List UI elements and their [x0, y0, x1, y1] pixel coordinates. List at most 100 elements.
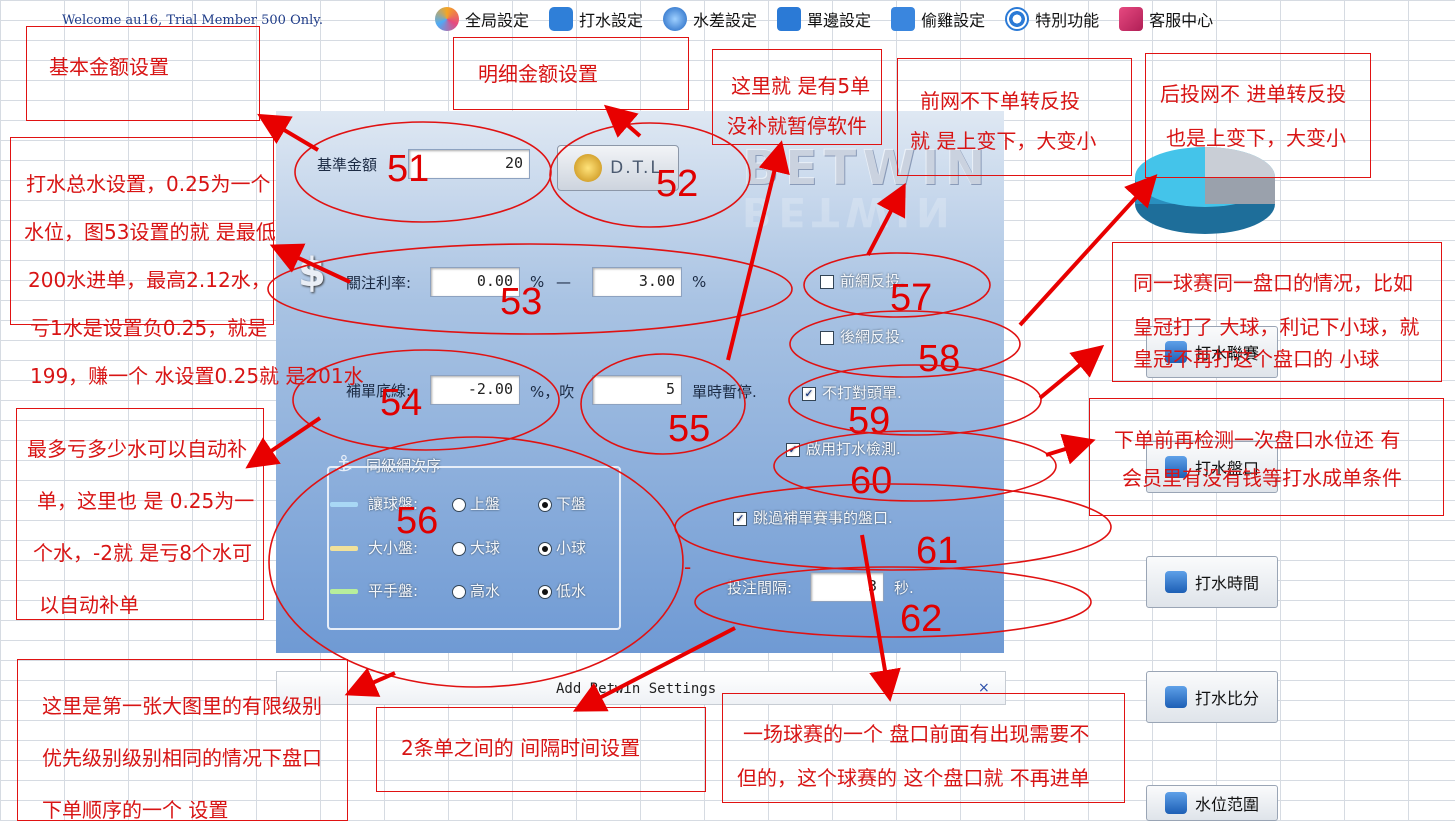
annotation-text: 199，赚一个 水设置0.25就 是201水: [30, 364, 364, 388]
annotation-max-loss: 最多亏多少水可以自动补 单，这里也 是 0.25为一 个水，-2就 是亏8个水可 以自…: [16, 408, 264, 620]
menu-label: 單邊設定: [807, 11, 872, 30]
menu-label: 全局設定: [465, 11, 530, 30]
annotation-text: 也是上变下，大变小: [1166, 126, 1346, 150]
radio-label: 小球: [556, 539, 587, 557]
annotation-text: 2条单之间的 间隔时间设置: [401, 736, 641, 760]
swatch: [330, 589, 358, 594]
annotation-text: 同一球赛同一盘口的情况，比如: [1133, 271, 1413, 295]
radio-label: 上盤: [470, 495, 501, 513]
checkbox-box: [820, 330, 834, 345]
radio-upper[interactable]: 上盤: [452, 493, 500, 514]
annotation-text: 一场球赛的一个 盘口前面有出现需要不: [743, 722, 1090, 746]
callout-number: 53: [500, 281, 543, 323]
radio-dot: [538, 584, 552, 599]
annotation-text: 200水进单，最高2.12水，: [28, 268, 271, 292]
menu-label: 偷雞設定: [921, 11, 986, 30]
paperclip-icon: [1164, 686, 1187, 708]
coins-icon: [574, 154, 603, 182]
annotation-dash: -: [684, 555, 692, 579]
radio-label: 大球: [470, 539, 501, 557]
row-level: 平手盤:: [330, 580, 418, 601]
checkmark-icon: ✓: [733, 511, 747, 526]
interval-input[interactable]: 3: [810, 572, 884, 602]
radio-dot: [452, 584, 466, 599]
menu-support[interactable]: 客服中心: [1109, 4, 1223, 34]
annotation-detail-amount: 明细金额设置: [453, 37, 689, 110]
globe-icon: [663, 7, 688, 31]
annotation-text: 明细金额设置: [478, 62, 598, 86]
callout-number: 57: [890, 277, 933, 319]
menu-label: 水差設定: [693, 11, 758, 30]
annotation-text: 下单顺序的一个 设置: [42, 798, 229, 822]
annotation-text: 基本金额设置: [49, 55, 169, 79]
annotation-text: 以自动补单: [39, 593, 139, 617]
radio-label: 高水: [470, 582, 501, 600]
rate-pct-max: %: [692, 273, 707, 291]
radio-big[interactable]: 大球: [452, 537, 500, 558]
menu-water-settings[interactable]: 打水設定: [539, 4, 653, 34]
download-icon: [777, 7, 802, 31]
radio-high-water[interactable]: 高水: [452, 580, 500, 601]
menu-diff-settings[interactable]: 水差設定: [653, 4, 767, 34]
annotation-text: 单，这里也 是 0.25为一: [37, 489, 255, 513]
menu-steal-settings[interactable]: 偷雞設定: [881, 4, 995, 34]
checkbox-box: [820, 274, 834, 289]
menu-global-settings[interactable]: 全局設定: [425, 4, 539, 34]
magnifier-icon: [1164, 571, 1187, 593]
stop-count-input[interactable]: 5: [592, 375, 682, 405]
callout-number: 58: [918, 338, 961, 380]
checkbox-skip-events[interactable]: ✓ 跳過補單賽事的盤口.: [733, 507, 893, 528]
dtl-label: D.T.L: [610, 158, 662, 178]
swatch: [330, 502, 358, 507]
menu-label: 客服中心: [1149, 11, 1214, 30]
footer-text: Add Betwin Settings: [556, 681, 717, 697]
radio-label: 下盤: [556, 495, 587, 513]
radio-small[interactable]: 小球: [538, 537, 586, 558]
annotation-base-amount: 基本金额设置: [26, 26, 260, 121]
radio-label: 低水: [556, 582, 587, 600]
annotation-text: 个水，-2就 是亏8个水可: [33, 541, 253, 565]
annotation-text: 前网不下单转反投: [920, 89, 1080, 113]
swatch: [330, 546, 358, 551]
side-button-label: 打水時間: [1194, 574, 1259, 593]
stop-line-mid: %，吹: [530, 383, 575, 401]
side-button-score[interactable]: 打水比分: [1146, 671, 1278, 723]
search-icon: [549, 7, 574, 31]
checkmark-icon: ✓: [802, 386, 816, 401]
side-button-water-range[interactable]: 水位范圍: [1146, 785, 1278, 821]
stop-line-input[interactable]: -2.00: [430, 375, 520, 405]
annotation-text: 没补就暂停软件: [727, 114, 867, 138]
annotation-text: 优先级别级别相同的情况下盘口: [42, 746, 322, 770]
callout-number: 52: [656, 163, 699, 205]
checkbox-back-net[interactable]: 後網反投.: [820, 326, 905, 347]
annotation-text: 水位，图53设置的就 是最低: [24, 220, 276, 244]
target-icon: [1005, 7, 1030, 31]
annotation-total-water-text: 打水总水设置，0.25为一个 水位，图53设置的就 是最低 200水进单，最高2…: [24, 160, 364, 400]
side-button-time[interactable]: 打水時間: [1146, 556, 1278, 608]
annotation-skip: 一场球赛的一个 盘口前面有出现需要不 但的，这个球赛的 这个盘口就 不再进单: [722, 693, 1125, 803]
annotation-text: 这里是第一张大图里的有限级别: [42, 694, 322, 718]
stop-suffix: 單時暫停.: [692, 383, 757, 401]
callout-number: 60: [850, 460, 893, 502]
radio-lower[interactable]: 下盤: [538, 493, 586, 514]
annotation-text: 打水总水设置，0.25为一个: [26, 172, 271, 196]
callout-number: 62: [900, 598, 943, 640]
annotation-text: 亏1水是设置负0.25，就是: [30, 316, 268, 340]
menu-single-settings[interactable]: 單邊設定: [767, 4, 881, 34]
annotation-back-net: 后投网不 进单转反投 也是上变下，大变小: [1145, 53, 1371, 178]
radio-low-water[interactable]: 低水: [538, 580, 586, 601]
annotation-priority: 这里是第一张大图里的有限级别 优先级别级别相同的情况下盘口 下单顺序的一个 设置: [17, 659, 348, 822]
rate-dash: —: [556, 273, 571, 291]
annotation-interval: 2条单之间的 间隔时间设置: [376, 707, 706, 792]
annotation-text: 就 是上变下，大变小: [910, 129, 1097, 153]
checkmark-icon: ✓: [786, 442, 800, 457]
annotation-text: 后投网不 进单转反投: [1160, 82, 1347, 106]
menu-special[interactable]: 特別功能: [995, 4, 1109, 34]
callout-number: 54: [380, 382, 423, 424]
annotation-same-match: 同一球赛同一盘口的情况，比如 皇冠打了 大球，利记下小球，就 皇冠不再打这个盘口的 …: [1112, 242, 1442, 382]
rate-max-input[interactable]: 3.00: [592, 267, 682, 297]
annotation-text: 会员里有没有钱等打水成单条件: [1122, 466, 1402, 490]
row-label: 平手盤:: [368, 582, 419, 600]
radio-dot: [538, 497, 552, 512]
annotation-text: 这里就 是有5单: [731, 74, 871, 98]
